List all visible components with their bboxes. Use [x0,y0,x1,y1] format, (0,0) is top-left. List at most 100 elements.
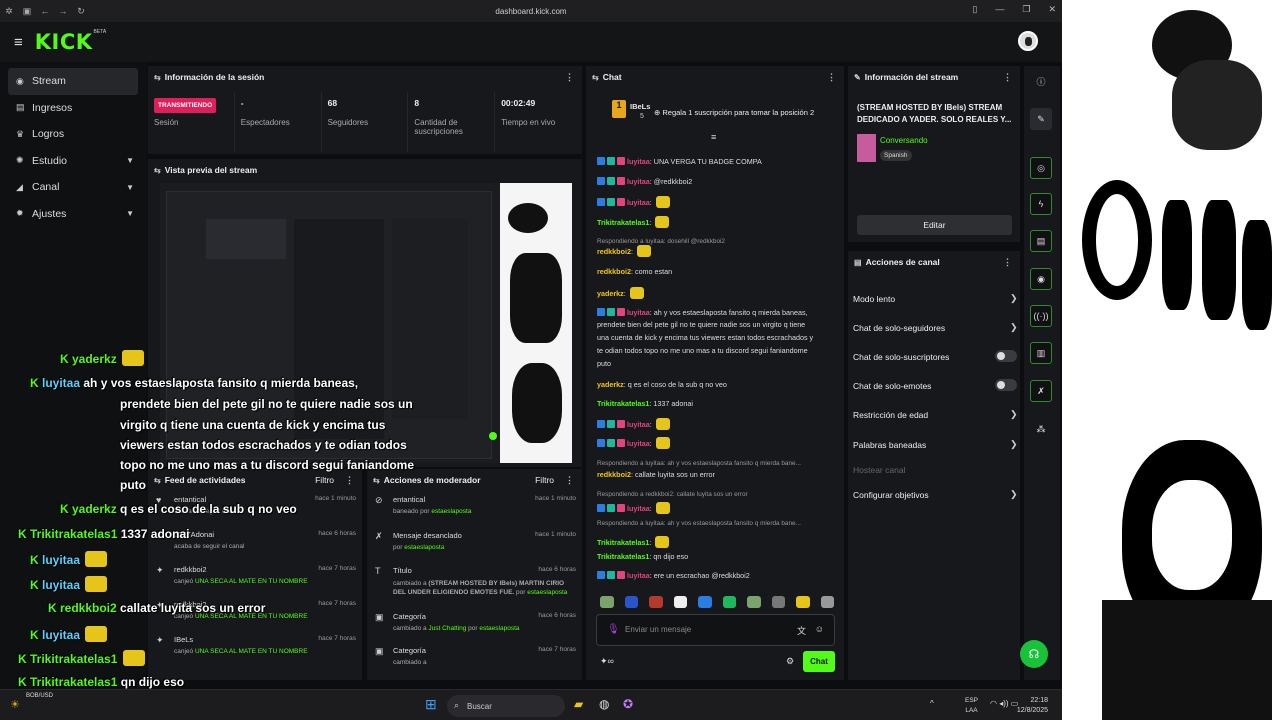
action-banned-words[interactable]: Palabras baneadas ❯ [853,439,1018,450]
nodes-icon[interactable]: ⁂ [1030,418,1052,440]
translate-icon[interactable]: 文 [797,624,806,637]
sidebar-item-stream[interactable]: ◉ Stream [8,68,138,95]
windows-start-icon[interactable]: ⊞ [425,696,437,713]
more-icon[interactable]: ⋮ [1003,257,1012,268]
target-icon[interactable]: ◎ [1030,157,1052,179]
chat-message[interactable]: luyitaa: ah y vos estaeslaposta fansito … [597,308,808,317]
more-icon[interactable]: ⋮ [565,72,574,83]
microphone-icon[interactable]: 🎙 [607,624,620,635]
more-icon[interactable]: ⋮ [1003,72,1012,83]
feed-filter-button[interactable]: Filtro [315,475,334,485]
chat-username[interactable]: luyitaa [627,571,650,580]
emotes-only-toggle[interactable] [995,379,1017,391]
kick-logo[interactable]: KICK [35,30,93,54]
browser-app-icon[interactable]: ✪ [623,697,633,711]
chat-username[interactable]: Trikitrakatelas1 [597,538,649,547]
chat-message[interactable]: Trikitrakatelas1: qn dijo eso [597,552,688,561]
pinned-toggle-icon[interactable]: ≡ [711,132,716,142]
chat-username[interactable]: luyitaa [627,198,650,207]
chat-message[interactable]: redkkboi2: como estan [597,267,672,276]
tray-expand-icon[interactable]: ^ [930,699,934,708]
split-view-icon[interactable]: ▯ [972,4,977,15]
emote-icon[interactable] [747,596,761,608]
more-icon[interactable]: ⋮ [345,475,354,486]
sidebar-item-ingresos[interactable]: ▤ Ingresos [8,95,138,122]
edit-stream-button[interactable]: Editar [857,215,1012,235]
chat-username[interactable]: luyitaa [627,308,650,317]
emote-icon[interactable] [722,596,736,608]
menu-icon[interactable]: ≡ [14,34,23,51]
sidebar-item-logros[interactable]: ♛ Logros [8,121,138,148]
emote-icon[interactable] [698,596,712,608]
address-bar[interactable]: dashboard.kick.com [0,7,1062,16]
chat-username[interactable]: luyitaa [627,439,650,448]
sidebar-item-estudio[interactable]: ✺ Estudio ▼ [8,148,138,175]
minimize-icon[interactable]: — [995,4,1004,15]
chat-username[interactable]: luyitaa [627,157,650,166]
chat-message[interactable]: redkkboi2: [597,245,651,257]
action-configure-goals[interactable]: Configurar objetivos ❯ [853,489,1018,500]
more-icon[interactable]: ⋮ [565,475,574,486]
action-subscribers-only[interactable]: Chat de solo-suscriptores [853,350,1017,362]
app-icon[interactable]: ◍ [599,697,609,711]
chat-message[interactable]: yaderkz: q es el coso de la sub q no veo [597,380,727,389]
emote-icon[interactable] [820,596,834,608]
emote-icon[interactable] [771,596,785,608]
chat-username[interactable]: redkkboi2 [597,470,631,479]
chat-username[interactable]: Trikitrakatelas1 [597,552,649,561]
chat-message[interactable]: luyitaa: [597,437,670,449]
layout-icon[interactable]: ▥ [1030,342,1052,364]
taskbar-search[interactable]: ⌕ Buscar [447,695,565,717]
chat-username[interactable]: Trikitrakatelas1 [597,218,649,227]
emote-icon[interactable] [796,596,810,608]
chat-bubble-icon[interactable]: ◉ [1030,268,1052,290]
chat-message[interactable]: luyitaa: [597,196,670,208]
lightning-icon[interactable]: ϟ [1030,193,1052,215]
mod-filter-button[interactable]: Filtro [535,475,554,485]
chat-username[interactable]: yaderkz [597,380,624,389]
chat-username[interactable]: yaderkz [597,289,624,298]
chat-username[interactable]: luyitaa [627,177,650,186]
chat-message[interactable]: luyitaa: ere un escrachao @redkkboi2 [597,571,750,580]
sidebar-item-canal[interactable]: ◢ Canal ▼ [8,174,138,201]
user-avatar[interactable] [1018,31,1038,51]
gift-sub-prompt[interactable]: ⊕ Regala 1 suscripción para tomar la pos… [654,108,814,117]
wrench-icon[interactable]: ✗ [1030,380,1052,402]
edit-icon[interactable]: ✎ [1030,108,1052,130]
more-icon[interactable]: ⋮ [827,72,836,83]
chat-message[interactable]: luyitaa: UNA VERGA TU BADGE COMPA [597,157,762,166]
stream-category[interactable]: Conversando [880,136,928,145]
chat-message[interactable]: luyitaa: [597,502,670,514]
emote-icon[interactable] [673,596,687,608]
emote-icon[interactable] [624,596,638,608]
points-icon[interactable]: ✦∞ [600,656,614,667]
support-button[interactable]: ☊ [1020,640,1048,668]
chat-username[interactable]: luyitaa [627,504,650,513]
chat-username[interactable]: redkkboi2 [597,267,631,276]
sidebar-item-ajustes[interactable]: ✹ Ajustes ▼ [8,201,138,228]
wifi-icon[interactable]: ◠ ◂)) ▭ [990,699,1018,708]
action-age-restriction[interactable]: Restricción de edad ❯ [853,409,1018,420]
chat-message[interactable]: Trikitrakatelas1: [597,536,670,548]
chat-message[interactable]: luyitaa: [597,418,670,430]
action-slow-mode[interactable]: Modo lento ❯ [853,293,1018,304]
chat-message[interactable]: luyitaa: @redkkboi2 [597,177,692,186]
chat-username[interactable]: luyitaa [627,420,650,429]
action-followers-only[interactable]: Chat de solo-seguidores ❯ [853,322,1018,333]
chat-message[interactable]: Trikitrakatelas1: 1337 adonai [597,399,693,408]
chat-settings-icon[interactable]: ⚙ [786,656,794,667]
info-icon[interactable]: ⓘ [1030,70,1052,92]
maximize-icon[interactable]: ❐ [1022,4,1030,15]
broadcast-icon[interactable]: ((·)) [1030,305,1052,327]
file-explorer-icon[interactable]: ▰ [574,697,583,711]
chat-message[interactable]: redkkboi2: callate luyita sos un error [597,470,715,479]
chat-username[interactable]: redkkboi2 [597,247,631,256]
subscribers-only-toggle[interactable] [995,350,1017,362]
close-icon[interactable]: ✕ [1048,4,1056,15]
action-emotes-only[interactable]: Chat de solo-emotes [853,379,1017,391]
emote-icon[interactable] [649,596,663,608]
chat-message[interactable]: Trikitrakatelas1: [597,216,670,228]
chat-message[interactable]: yaderkz: [597,287,644,299]
chat-username[interactable]: Trikitrakatelas1 [597,399,649,408]
emote-icon[interactable] [600,596,614,608]
